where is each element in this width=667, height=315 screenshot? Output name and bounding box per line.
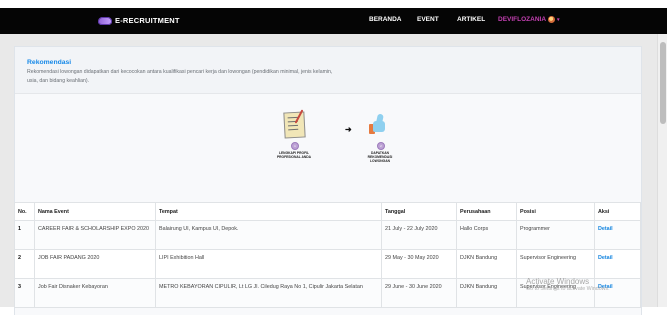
row-number: 1 <box>14 220 35 250</box>
nav-artikel[interactable]: ARTIKEL <box>457 16 485 23</box>
thumb-up-icon <box>369 113 389 134</box>
arrow-right-icon: ➜ <box>345 125 352 134</box>
event-location: METRO KEBAYORAN CIPULIR, Lt LG Jl. Ciled… <box>155 278 382 308</box>
event-name: Job Fair Disnaker Kebayoran <box>34 278 156 308</box>
header-tempat: Tempat <box>155 202 382 221</box>
company: DJKN Bandung <box>456 278 517 308</box>
top-strip <box>0 0 667 8</box>
company: Hallo Corps <box>456 220 517 250</box>
user-menu[interactable]: DEVIFLOZANIA ▾ <box>498 16 560 23</box>
page-background: Rekomendasi Rekomendasi lowongan didapat… <box>0 34 657 315</box>
recommendation-table: No. Nama Event Tempat Tanggal Perusahaan… <box>14 202 641 308</box>
header-nama-event: Nama Event <box>34 202 156 221</box>
document-edit-icon <box>283 111 306 139</box>
recommendation-steps: ➜ 1 LENGKAPI PROFIL PROFESIONAL ANDA 2 D… <box>275 109 415 172</box>
table-row: 1 CAREER FAIR & SCHOLARSHIP EXPO 2020 Ba… <box>14 220 641 250</box>
company: DJKN Bandung <box>456 249 517 279</box>
header-perusahaan: Perusahaan <box>456 202 517 221</box>
event-name: CAREER FAIR & SCHOLARSHIP EXPO 2020 <box>34 220 156 250</box>
activate-subtitle: Go to Settings to activate Windows. <box>526 286 610 292</box>
section-description: Rekomendasi lowongan didapatkan dari kec… <box>27 69 333 84</box>
avatar <box>548 16 556 23</box>
brand-name: E-RECRUITMENT <box>115 16 180 25</box>
activate-windows-watermark: Activate Windows Go to Settings to activ… <box>526 277 610 292</box>
header-no: No. <box>14 202 35 221</box>
event-location: Balairung UI, Kampus UI, Depok. <box>155 220 382 250</box>
top-navbar: E-RECRUITMENT BERANDA EVENT ARTIKEL DEVI… <box>0 8 667 34</box>
position: Supervisor Engineering <box>516 249 595 279</box>
event-name: JOB FAIR PADANG 2020 <box>34 249 156 279</box>
recommendation-table-wrap: No. Nama Event Tempat Tanggal Perusahaan… <box>14 202 641 308</box>
position: Programmer <box>516 220 595 250</box>
nav-event[interactable]: EVENT <box>417 16 439 23</box>
step-number-2: 2 <box>377 142 385 150</box>
detail-link[interactable]: Detail <box>594 249 641 279</box>
section-title: Rekomendasi <box>27 59 72 66</box>
step-number-1: 1 <box>291 142 299 150</box>
brand-logo[interactable]: E-RECRUITMENT <box>98 16 180 25</box>
activate-title: Activate Windows <box>526 277 590 286</box>
vertical-scrollbar[interactable] <box>657 34 667 307</box>
nav-beranda[interactable]: BERANDA <box>369 16 402 23</box>
header-aksi: Aksi <box>594 202 641 221</box>
chevron-down-icon: ▾ <box>557 16 560 23</box>
card-header: Rekomendasi Rekomendasi lowongan didapat… <box>15 47 641 94</box>
row-number: 2 <box>14 249 35 279</box>
detail-link[interactable]: Detail <box>594 220 641 250</box>
table-header-row: No. Nama Event Tempat Tanggal Perusahaan… <box>14 202 641 221</box>
event-date: 21 July - 22 July 2020 <box>381 220 457 250</box>
event-location: LIPI Exhibition Hall <box>155 249 382 279</box>
step-label-2: DAPATKAN REKOMENDASI LOWONGAN <box>367 151 393 164</box>
event-date: 29 May - 30 May 2020 <box>381 249 457 279</box>
event-date: 29 June - 30 June 2020 <box>381 278 457 308</box>
row-number: 3 <box>14 278 35 308</box>
header-tanggal: Tanggal <box>381 202 457 221</box>
brand-icon <box>98 16 112 25</box>
step-label-1: LENGKAPI PROFIL PROFESIONAL ANDA <box>276 151 312 160</box>
table-row: 2 JOB FAIR PADANG 2020 LIPI Exhibition H… <box>14 249 641 279</box>
username: DEVIFLOZANIA <box>498 16 547 23</box>
header-posisi: Posisi <box>516 202 595 221</box>
scrollbar-thumb[interactable] <box>660 42 666 124</box>
